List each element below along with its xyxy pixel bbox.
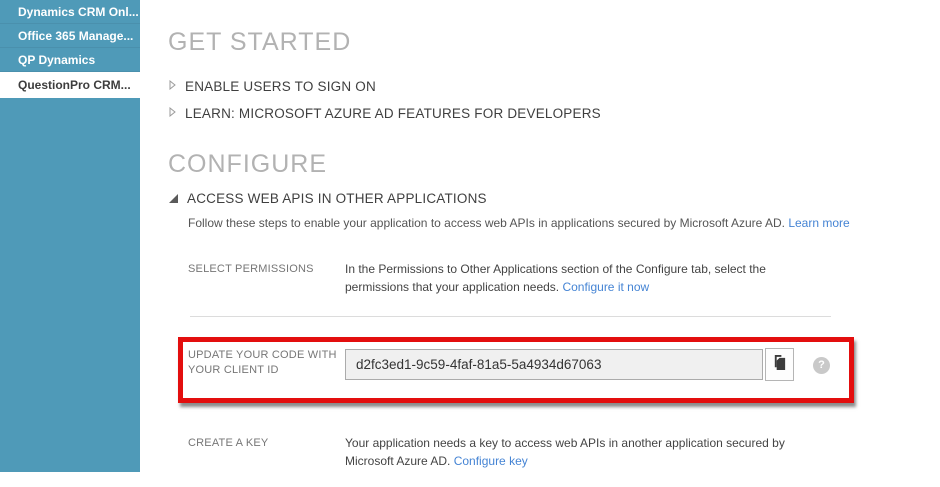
section-learn-azure-ad-features[interactable]: LEARN: MICROSOFT AZURE AD FEATURES FOR D… bbox=[169, 104, 601, 122]
configure-key-link[interactable]: Configure key bbox=[454, 454, 528, 468]
label-line: UPDATE YOUR CODE WITH bbox=[188, 348, 337, 363]
chevron-right-icon bbox=[169, 77, 176, 95]
section-divider bbox=[190, 316, 831, 317]
copy-client-id-button[interactable] bbox=[765, 348, 794, 381]
learn-more-link[interactable]: Learn more bbox=[788, 216, 849, 230]
select-permissions-description: In the Permissions to Other Applications… bbox=[345, 260, 766, 296]
section-title: LEARN: MICROSOFT AZURE AD FEATURES FOR D… bbox=[185, 106, 601, 121]
description-line: Your application needs a key to access w… bbox=[345, 434, 785, 452]
label-line: YOUR CLIENT ID bbox=[188, 363, 337, 378]
chevron-right-icon bbox=[169, 104, 176, 122]
section-title: ENABLE USERS TO SIGN ON bbox=[185, 79, 376, 94]
section-enable-users-sign-on[interactable]: ENABLE USERS TO SIGN ON bbox=[169, 77, 376, 95]
description-text: Microsoft Azure AD. bbox=[345, 454, 454, 468]
create-a-key-label: CREATE A KEY bbox=[188, 437, 268, 449]
section-title: ACCESS WEB APIS IN OTHER APPLICATIONS bbox=[187, 191, 487, 206]
sidebar-item-qp-dynamics[interactable]: QP Dynamics bbox=[0, 48, 140, 72]
description-line: permissions that your application needs.… bbox=[345, 278, 766, 296]
copy-icon bbox=[772, 354, 787, 376]
description-line: In the Permissions to Other Applications… bbox=[345, 260, 766, 278]
azure-ad-configure-page: Dynamics CRM Onl... Office 365 Manage...… bbox=[0, 0, 940, 487]
sidebar-item-dynamics-crm[interactable]: Dynamics CRM Onl... bbox=[0, 0, 140, 24]
sidebar-item-office-365[interactable]: Office 365 Manage... bbox=[0, 24, 140, 48]
section-access-web-apis[interactable]: ACCESS WEB APIS IN OTHER APPLICATIONS bbox=[169, 191, 487, 206]
get-started-heading: GET STARTED bbox=[168, 28, 351, 57]
create-a-key-description: Your application needs a key to access w… bbox=[345, 434, 785, 470]
chevron-expanded-icon bbox=[169, 194, 178, 203]
configure-heading: CONFIGURE bbox=[168, 150, 327, 179]
app-list-sidebar: Dynamics CRM Onl... Office 365 Manage...… bbox=[0, 0, 140, 472]
sidebar-item-questionpro-crm[interactable]: QuestionPro CRM... bbox=[0, 72, 140, 98]
help-icon[interactable]: ? bbox=[813, 357, 830, 374]
client-id-input[interactable] bbox=[345, 349, 763, 380]
select-permissions-label: SELECT PERMISSIONS bbox=[188, 263, 314, 275]
intro-text: Follow these steps to enable your applic… bbox=[188, 216, 788, 230]
configure-it-now-link[interactable]: Configure it now bbox=[562, 280, 649, 294]
description-text: permissions that your application needs. bbox=[345, 280, 562, 294]
client-id-label: UPDATE YOUR CODE WITH YOUR CLIENT ID bbox=[188, 348, 337, 378]
access-web-apis-intro: Follow these steps to enable your applic… bbox=[188, 216, 850, 230]
description-line: Microsoft Azure AD. Configure key bbox=[345, 452, 785, 470]
